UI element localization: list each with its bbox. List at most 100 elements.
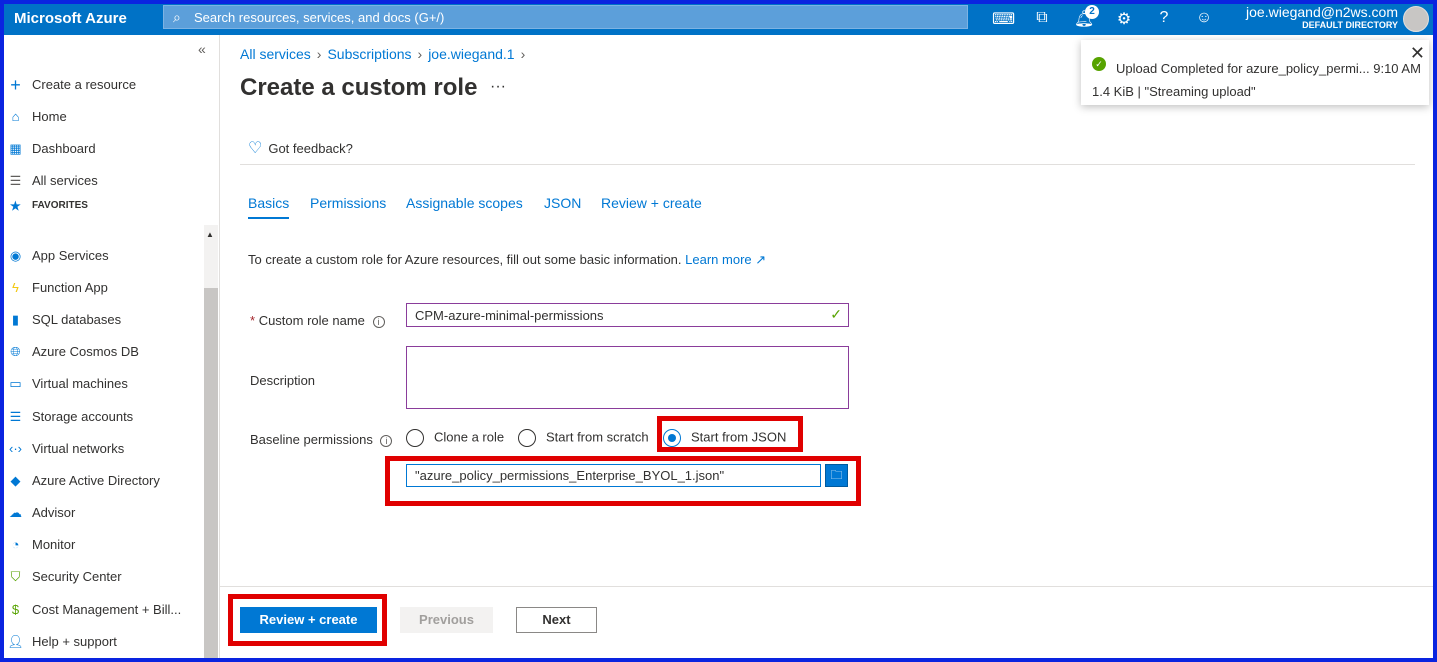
azure-portal-window: Microsoft Azure ⌕ Search resources, serv… (4, 4, 1433, 658)
advisor-icon: ☁ (9, 505, 22, 520)
sidebar-item-label: Azure Cosmos DB (32, 344, 139, 359)
user-account[interactable]: joe.wiegand@n2ws.com DEFAULT DIRECTORY (1246, 4, 1398, 30)
directory-filter-icon[interactable]: ⧉ (1031, 9, 1053, 29)
brand-logo[interactable]: Microsoft Azure (14, 10, 127, 27)
sidebar-item-monitor[interactable]: ◔ Monitor (4, 531, 204, 559)
cloud-shell-icon[interactable]: ⌨ (992, 9, 1015, 29)
baseline-permissions-label: Baseline permissions i (250, 432, 393, 447)
close-icon[interactable]: ✕ (1410, 43, 1425, 64)
success-check-icon: ✓ (1092, 57, 1106, 71)
sidebar-item-all-services[interactable]: ☰ All services (4, 167, 204, 195)
app-services-icon: ◉ (9, 248, 22, 263)
list-icon: ☰ (9, 173, 22, 188)
cost-icon: $ (11, 602, 20, 617)
sidebar-item-create-resource[interactable]: + Create a resource (4, 71, 204, 99)
more-options-button[interactable]: ··· (490, 78, 506, 96)
shield-icon: ⛉ (10, 569, 21, 584)
tab-assignable-scopes[interactable]: Assignable scopes (406, 195, 523, 211)
role-name-label-text: Custom role name (258, 313, 365, 328)
description-label: Description (250, 373, 316, 388)
sidebar-item-label: Function App (32, 280, 108, 295)
feedback-label: Got feedback? (268, 141, 353, 156)
sidebar-item-storage-accounts[interactable]: ☰ Storage accounts (4, 403, 204, 431)
favorites-label: FAVORITES (32, 200, 88, 211)
scroll-up-arrow-icon[interactable]: ▲ (206, 230, 214, 239)
search-placeholder: Search resources, services, and docs (G+… (194, 10, 445, 25)
dashboard-icon: ▦ (9, 141, 22, 156)
settings-gear-icon[interactable]: ⚙ (1113, 9, 1135, 29)
notifications-icon[interactable]: 🔔︎ 2 (1073, 5, 1099, 29)
chevron-right-icon: › (520, 46, 526, 62)
description-textarea[interactable] (406, 346, 849, 409)
review-create-button[interactable]: Review + create (240, 607, 377, 633)
sidebar-item-advisor[interactable]: ☁ Advisor (4, 499, 204, 527)
tab-basics[interactable]: Basics (248, 195, 290, 219)
learn-more-link[interactable]: Learn more ↗ (685, 252, 766, 267)
function-app-icon: ϟ (12, 280, 19, 295)
divider (240, 164, 1415, 165)
info-icon[interactable]: i (372, 316, 385, 328)
previous-button[interactable]: Previous (400, 607, 493, 633)
notification-badge: 2 (1085, 5, 1099, 19)
sidebar-item-label: Storage accounts (32, 409, 134, 424)
cosmos-icon: 🌐︎ (10, 344, 21, 359)
learn-more-label: Learn more (685, 252, 752, 267)
vnet-icon: ‹·› (9, 441, 22, 456)
external-link-icon: ↗ (755, 252, 767, 267)
global-search-input[interactable]: ⌕ Search resources, services, and docs (… (163, 5, 968, 29)
sidebar-item-function-app[interactable]: ϟ Function App (4, 274, 204, 302)
sidebar-item-azure-active-directory[interactable]: ◆ Azure Active Directory (4, 467, 204, 495)
collapse-sidebar-button[interactable]: « (198, 41, 206, 57)
home-icon: ⌂ (11, 109, 20, 124)
next-button[interactable]: Next (516, 607, 597, 633)
sidebar-item-help-support[interactable]: 👤︎ Help + support (4, 628, 204, 656)
upload-notification-toast: ✓ Upload Completed for azure_policy_perm… (1081, 40, 1429, 105)
footer-divider (220, 586, 1433, 587)
sidebar-item-label: Dashboard (32, 141, 96, 156)
role-name-value: CPM-azure-minimal-permissions (415, 308, 604, 323)
avatar[interactable] (1403, 6, 1429, 32)
sidebar-item-app-services[interactable]: ◉ App Services (4, 242, 204, 270)
sidebar-item-home[interactable]: ⌂ Home (4, 103, 204, 131)
role-name-label: * Custom role name i (250, 313, 385, 328)
info-icon[interactable]: i (380, 435, 393, 447)
feedback-icon[interactable]: ☺ (1193, 9, 1215, 29)
sidebar-item-label: All services (32, 173, 98, 188)
tab-review-create[interactable]: Review + create (601, 195, 702, 211)
sidebar-scrollbar-thumb[interactable] (204, 288, 218, 658)
user-email: joe.wiegand@n2ws.com (1246, 4, 1398, 20)
sidebar-item-virtual-machines[interactable]: ▭ Virtual machines (4, 370, 204, 398)
breadcrumb: All services › Subscriptions › joe.wiegand.1… (240, 46, 531, 62)
breadcrumb-subscriptions[interactable]: Subscriptions (327, 46, 411, 62)
chevron-right-icon: › (316, 46, 322, 62)
page-title: Create a custom role (240, 74, 478, 101)
required-marker: * (250, 313, 256, 328)
user-directory: DEFAULT DIRECTORY (1302, 20, 1398, 30)
sql-icon: ▮ (11, 312, 20, 327)
vm-icon: ▭ (9, 376, 22, 391)
role-name-input[interactable]: CPM-azure-minimal-permissions ✓ (406, 303, 849, 327)
highlight-file-input (385, 456, 861, 506)
sidebar-item-cost-management[interactable]: $ Cost Management + Bill... (4, 596, 204, 624)
radio-clone-role[interactable]: Clone a role (406, 429, 504, 447)
sidebar-item-virtual-networks[interactable]: ‹·› Virtual networks (4, 435, 204, 463)
tab-json[interactable]: JSON (544, 195, 581, 211)
sidebar-item-label: Advisor (32, 505, 76, 520)
sidebar-item-cosmos-db[interactable]: 🌐︎ Azure Cosmos DB (4, 338, 204, 366)
feedback-link[interactable]: ♡ Got feedback? (248, 138, 353, 158)
radio-start-from-scratch[interactable]: Start from scratch (518, 429, 649, 447)
checkmark-icon: ✓ (830, 306, 842, 322)
sidebar-item-dashboard[interactable]: ▦ Dashboard (4, 135, 204, 163)
breadcrumb-subscription[interactable]: joe.wiegand.1 (428, 46, 514, 62)
toast-title: Upload Completed for azure_policy_permi.… (1116, 61, 1421, 76)
breadcrumb-all-services[interactable]: All services (240, 46, 311, 62)
aad-icon: ◆ (10, 473, 21, 488)
sidebar-item-label: Virtual machines (32, 376, 128, 391)
sidebar-item-label: Help + support (32, 634, 117, 649)
sidebar-item-sql-databases[interactable]: ▮ SQL databases (4, 306, 204, 334)
help-icon[interactable]: ? (1153, 9, 1175, 29)
toast-detail: 1.4 KiB | "Streaming upload" (1092, 84, 1256, 99)
sidebar-item-label: App Services (32, 248, 109, 263)
tab-permissions[interactable]: Permissions (310, 195, 386, 211)
sidebar-item-security-center[interactable]: ⛉ Security Center (4, 563, 204, 591)
